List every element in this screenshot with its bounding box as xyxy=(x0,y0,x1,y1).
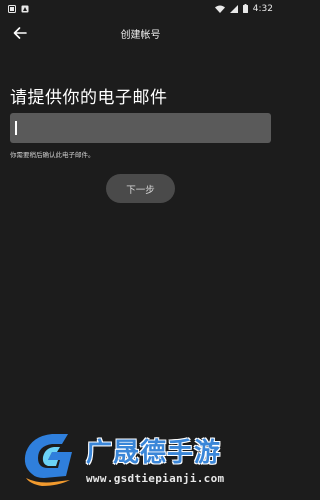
watermark-brand: 广晟德手游 xyxy=(86,438,222,468)
wifi-icon xyxy=(214,5,225,13)
notification-icon xyxy=(8,4,16,13)
text-caret xyxy=(15,121,17,135)
cellular-icon xyxy=(229,4,238,13)
watermark-url: www.gsdtiepianji.com xyxy=(86,472,225,485)
status-right: 4:32 xyxy=(214,3,273,14)
email-heading: 请提供你的电子邮件 xyxy=(10,88,168,108)
back-button[interactable] xyxy=(8,21,32,45)
arrow-left-icon xyxy=(13,24,27,43)
battery-icon xyxy=(242,4,248,13)
status-left xyxy=(8,4,29,13)
status-time: 4:32 xyxy=(252,3,273,14)
watermark-logo-icon xyxy=(18,426,80,492)
helper-text: 你需要稍后确认此电子邮件。 xyxy=(10,151,95,159)
email-field[interactable] xyxy=(10,113,271,143)
next-button[interactable]: 下一步 xyxy=(106,174,175,203)
watermark: 广晟德手游 www.gsdtiepianji.com xyxy=(0,420,281,500)
status-bar: 4:32 xyxy=(0,0,281,17)
notification-icon xyxy=(21,5,29,13)
page-title: 创建帐号 xyxy=(120,29,161,41)
app-bar: 创建帐号 xyxy=(0,17,281,49)
